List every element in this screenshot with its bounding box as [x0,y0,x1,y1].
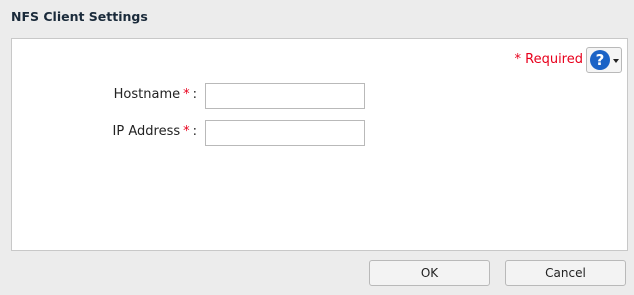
chevron-down-icon [613,59,619,63]
required-star: * [183,87,190,102]
dialog-title: NFS Client Settings [11,9,148,24]
hostname-row: Hostname *: [12,83,412,109]
ip-address-input[interactable] [205,120,365,146]
hostname-input[interactable] [205,83,365,109]
ip-address-label: IP Address *: [112,124,197,139]
hostname-label: Hostname *: [113,87,197,102]
cancel-button[interactable]: Cancel [505,260,626,286]
settings-panel: * Required ? Hostname *: IP Address *: [11,38,628,251]
question-mark-icon: ? [590,50,610,70]
ok-button[interactable]: OK [369,260,490,286]
ip-address-row: IP Address *: [12,120,412,146]
required-star: * [183,124,190,139]
help-button[interactable]: ? [586,47,622,73]
nfs-client-settings-dialog: NFS Client Settings * Required ? Hostnam… [0,0,634,295]
required-note: * Required [514,52,584,67]
